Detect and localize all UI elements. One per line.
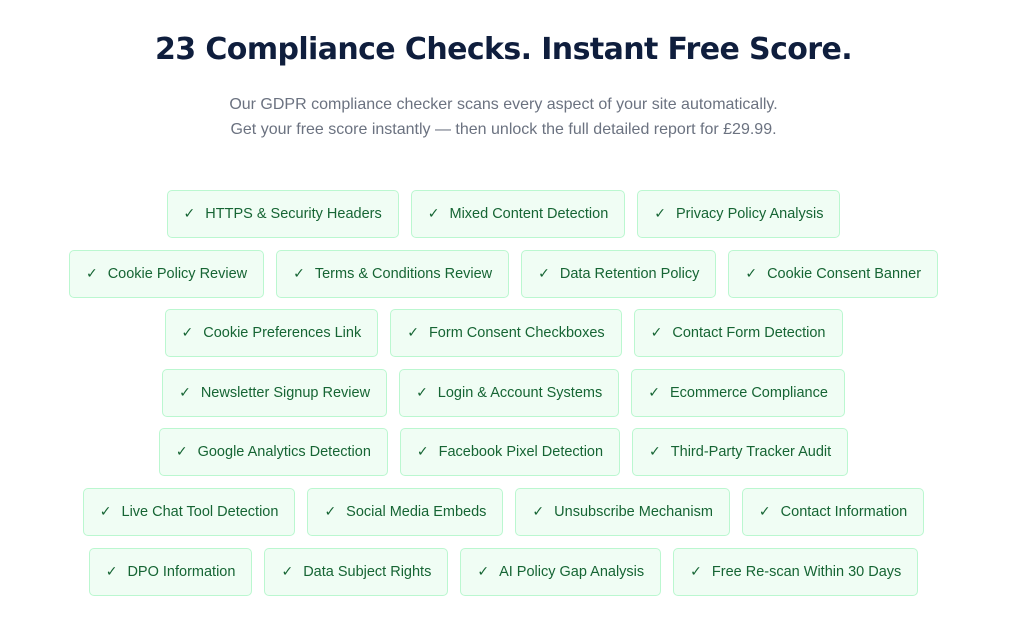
check-label: Privacy Policy Analysis <box>676 206 824 222</box>
check-label: Terms & Conditions Review <box>314 265 493 282</box>
check-chip: ✓ Live Chat Tool Detection <box>82 487 296 536</box>
check-chip: ✓ DPO Information <box>88 547 253 596</box>
check-label: Contact Form Detection <box>672 325 826 342</box>
check-chip: ✓ Newsletter Signup Review <box>162 368 388 417</box>
compliance-checks-section: 23 Compliance Checks. Instant Free Score… <box>0 0 1032 628</box>
checkmark-icon: ✓ <box>532 503 545 520</box>
checkmark-icon: ✓ <box>538 265 550 282</box>
checkmark-icon: ✓ <box>650 325 663 342</box>
check-label: Cookie Preferences Link <box>203 325 362 342</box>
check-chip: ✓ HTTPS & Security Headers <box>166 190 399 238</box>
check-chip: ✓ Third-Party Tracker Audit <box>632 428 849 477</box>
checkmark-icon: ✓ <box>293 265 305 282</box>
checkmark-icon: ✓ <box>745 265 758 282</box>
check-chip: ✓ Free Re-scan Within 30 Days <box>673 547 919 596</box>
check-label: Social Media Embeds <box>346 503 487 520</box>
check-label: Data Subject Rights <box>303 563 432 580</box>
checkmark-icon: ✓ <box>179 384 191 401</box>
check-label: Form Consent Checkboxes <box>428 325 605 342</box>
check-label: Cookie Consent Banner <box>767 265 922 282</box>
check-label: Live Chat Tool Detection <box>121 503 279 520</box>
section-title: 23 Compliance Checks. Instant Free Score… <box>155 32 853 67</box>
checks-row: ✓ HTTPS & Security Headers ✓ Mixed Content … <box>0 190 1007 238</box>
check-label: Free Re-scan Within 30 Days <box>711 563 902 580</box>
check-chip: ✓ Google Analytics Detection <box>158 428 388 477</box>
checkmark-icon: ✓ <box>649 444 661 461</box>
check-chip: ✓ Form Consent Checkboxes <box>390 309 622 358</box>
check-chip: ✓ Terms & Conditions Review <box>276 249 510 298</box>
check-chip: ✓ Cookie Consent Banner <box>728 249 939 298</box>
check-label: Ecommerce Compliance <box>669 384 828 401</box>
check-label: Third-Party Tracker Audit <box>670 444 832 461</box>
subtitle-line-1: Our GDPR compliance checker scans every … <box>229 96 778 113</box>
checkmark-icon: ✓ <box>758 503 771 520</box>
checks-row: ✓ Google Analytics Detection ✓ Facebook Pix… <box>0 428 1007 477</box>
checks-row: ✓ Cookie Policy Review ✓ Terms & Conditions… <box>0 249 1007 298</box>
check-label: Data Retention Policy <box>559 265 700 282</box>
check-chip: ✓ Privacy Policy Analysis <box>637 190 841 238</box>
checkmark-icon: ✓ <box>690 563 702 580</box>
check-chip: ✓ Mixed Content Detection <box>410 190 626 238</box>
checks-row: ✓ Cookie Preferences Link ✓ Form Consent Ch… <box>0 309 1007 358</box>
checkmark-icon: ✓ <box>183 206 196 222</box>
check-chip: ✓ Data Subject Rights <box>264 547 449 596</box>
check-chip: ✓ Facebook Pixel Detection <box>399 428 621 477</box>
checkmark-icon: ✓ <box>477 563 490 580</box>
check-label: Contact Information <box>780 503 908 520</box>
check-chip: ✓ Contact Information <box>741 487 925 536</box>
section-subtitle: Our GDPR compliance checker scans every … <box>0 92 1007 142</box>
checks-row: ✓ Live Chat Tool Detection ✓ Social Media E… <box>0 487 1007 536</box>
checks-row: ✓ DPO Information ✓ Data Subject Rights ✓ AI … <box>0 547 1007 596</box>
checks-list: ✓ HTTPS & Security Headers ✓ Mixed Content … <box>0 190 1007 607</box>
check-label: Mixed Content Detection <box>449 206 609 222</box>
checkmark-icon: ✓ <box>648 384 660 401</box>
check-label: Cookie Policy Review <box>107 265 248 282</box>
check-label: Google Analytics Detection <box>197 444 371 461</box>
check-chip: ✓ Data Retention Policy <box>521 249 717 298</box>
checkmark-icon: ✓ <box>654 206 666 222</box>
checkmark-icon: ✓ <box>407 325 419 342</box>
checks-row: ✓ Newsletter Signup Review ✓ Login & Accoun… <box>0 368 1007 417</box>
check-chip: ✓ Contact Form Detection <box>633 309 843 358</box>
checkmark-icon: ✓ <box>324 503 337 520</box>
check-label: Facebook Pixel Detection <box>438 444 604 461</box>
checkmark-icon: ✓ <box>105 563 118 580</box>
check-chip: ✓ Social Media Embeds <box>307 487 504 536</box>
check-label: HTTPS & Security Headers <box>205 206 382 222</box>
check-label: AI Policy Gap Analysis <box>499 563 645 580</box>
check-label: Login & Account Systems <box>437 384 603 401</box>
check-label: Unsubscribe Mechanism <box>554 503 713 520</box>
check-chip: ✓ Ecommerce Compliance <box>631 368 845 417</box>
subtitle-line-2: Get your free score instantly — then unl… <box>230 121 777 138</box>
check-chip: ✓ AI Policy Gap Analysis <box>460 547 662 596</box>
check-chip: ✓ Login & Account Systems <box>399 368 620 417</box>
check-chip: ✓ Cookie Preferences Link <box>164 309 379 358</box>
checkmark-icon: ✓ <box>416 384 428 401</box>
checkmark-icon: ✓ <box>427 206 440 222</box>
check-label: Newsletter Signup Review <box>200 384 371 401</box>
checkmark-icon: ✓ <box>175 444 188 461</box>
checkmark-icon: ✓ <box>99 503 112 520</box>
check-label: DPO Information <box>127 563 236 580</box>
check-chip: ✓ Cookie Policy Review <box>68 249 265 298</box>
checkmark-icon: ✓ <box>281 563 294 580</box>
checkmark-icon: ✓ <box>181 325 194 342</box>
checkmark-icon: ✓ <box>416 444 429 461</box>
check-chip: ✓ Unsubscribe Mechanism <box>515 487 730 536</box>
checkmark-icon: ✓ <box>85 265 98 282</box>
